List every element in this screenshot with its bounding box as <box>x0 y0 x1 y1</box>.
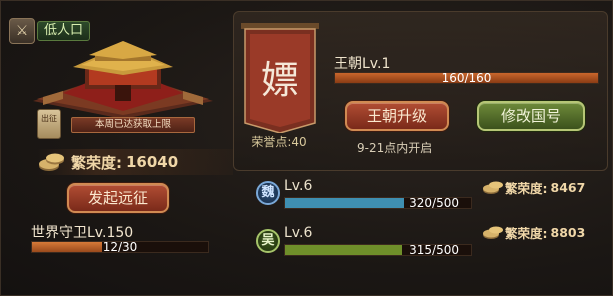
wu-level: Lv.6 <box>284 225 313 241</box>
palace-image[interactable] <box>23 41 223 119</box>
dynasty-upgrade-button[interactable]: 王朝升级 <box>345 101 449 131</box>
population-label: 低人口 <box>37 21 91 41</box>
wei-kingdom-icon: 魏 <box>256 181 280 205</box>
launch-expedition-button[interactable]: 发起远征 <box>67 183 169 213</box>
wei-progress-text: 320/500 <box>409 197 459 209</box>
prosperity-label: 繁荣度: <box>71 153 122 172</box>
coins-icon <box>39 153 64 171</box>
coins-icon <box>483 181 503 194</box>
dynasty-progress-text: 160/160 <box>441 72 492 84</box>
population-badge: ⚔ 低人口 <box>9 18 97 44</box>
wei-level: Lv.6 <box>284 178 313 194</box>
kingdom-panel: ⚔ 低人口 出征 本周已达获取上限 繁荣度: 16040 发起远征 世界守卫Lv… <box>0 0 613 296</box>
wei-prosperity: 繁荣度: 8467 <box>481 179 586 196</box>
wu-prosperity-value: 8803 <box>550 224 586 240</box>
prosperity-value: 16040 <box>126 153 179 171</box>
expedition-seal: 出征 <box>37 109 61 139</box>
wu-progress-text: 315/500 <box>409 244 459 256</box>
wu-progress-bar: 315/500 <box>284 244 472 256</box>
dynasty-progress-bar: 160/160 <box>334 72 599 84</box>
wei-progress-bar: 320/500 <box>284 197 472 209</box>
weekly-limit-label: 本周已达获取上限 <box>71 117 195 133</box>
wu-prosperity-label: 繁荣度: <box>505 225 548 241</box>
wu-prosperity: 繁荣度: 8803 <box>481 224 586 241</box>
wei-prosperity-label: 繁荣度: <box>505 180 548 196</box>
coins-icon <box>483 226 503 239</box>
wu-kingdom-icon: 吴 <box>256 229 280 253</box>
wei-prosperity-value: 8467 <box>550 179 586 195</box>
open-time-label: 9-21点内开启 <box>357 141 433 155</box>
world-guard-label: 世界守卫Lv.150 <box>31 225 134 241</box>
dynasty-banner: 嫖 <box>241 23 319 133</box>
rename-kingdom-button[interactable]: 修改国号 <box>477 101 585 131</box>
prosperity-row: 繁荣度: 16040 <box>37 149 233 175</box>
world-guard-progress-text: 12/30 <box>102 241 138 253</box>
dynasty-level-label: 王朝Lv.1 <box>334 56 391 72</box>
world-guard-progress-bar: 12/30 <box>31 241 209 253</box>
honor-points: 荣誉点:40 <box>251 135 307 149</box>
banner-glyph: 嫖 <box>261 58 299 102</box>
